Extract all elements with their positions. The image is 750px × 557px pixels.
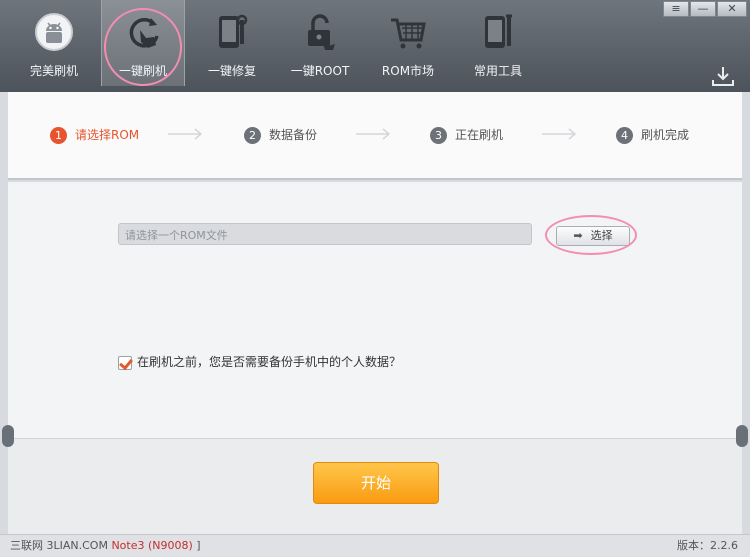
device-info: 三联网 3LIAN.COM Note3 (N9008) ] — [10, 535, 201, 556]
phone-wrench-icon — [219, 14, 248, 48]
step-select-rom: 1 请选择ROM — [50, 126, 139, 146]
refresh-hand-icon — [129, 18, 159, 48]
choose-rom-button[interactable]: ➡ 选择 — [556, 226, 630, 246]
tool-one-click-repair[interactable]: 一键修复 — [190, 0, 274, 86]
progress-steps: 1 请选择ROM 2 数据备份 3 正在刷机 4 刷机完成 — [8, 92, 742, 180]
step-label: 请选择ROM — [75, 128, 140, 142]
menu-button[interactable]: ≡ — [663, 1, 689, 17]
tool-common-tools[interactable]: 常用工具 — [456, 0, 540, 86]
tool-label: ROM市场 — [381, 64, 435, 78]
step-number: 1 — [50, 127, 67, 144]
tool-label: 完美刷机 — [29, 64, 78, 78]
minimize-button[interactable]: — — [690, 1, 716, 17]
unlock-icon — [308, 14, 335, 50]
android-icon — [35, 13, 73, 51]
top-toolbar: 完美刷机 一键刷机 一键修复 一键ROOT ROM市场 常用工具 ≡ — ✕ — [0, 0, 750, 92]
tool-label: 一键ROOT — [290, 64, 350, 78]
tool-one-click-flash[interactable]: 一键刷机 — [101, 0, 185, 86]
backup-option[interactable]: 在刷机之前，您是否需要备份手机中的个人数据？ — [118, 354, 401, 370]
backup-label: 在刷机之前，您是否需要备份手机中的个人数据？ — [137, 355, 402, 369]
step-label: 数据备份 — [269, 128, 318, 142]
tool-label: 常用工具 — [473, 64, 522, 78]
close-button[interactable]: ✕ — [717, 1, 747, 17]
version-label: 版本：2.2.6 — [677, 539, 738, 552]
arrow-right-icon — [542, 128, 577, 140]
download-icon[interactable] — [710, 65, 736, 87]
step-flash-complete: 4 刷机完成 — [616, 126, 689, 146]
status-bar: 三联网 3LIAN.COM Note3 (N9008) ] 版本：2.2.6 — [0, 534, 750, 557]
step-data-backup: 2 数据备份 — [244, 126, 317, 146]
step-number: 2 — [244, 127, 261, 144]
rom-select-panel: 请选择一个ROM文件 ➡ 选择 在刷机之前，您是否需要备份手机中的个人数据？ — [8, 182, 742, 438]
right-collapse-handle[interactable] — [736, 425, 748, 447]
device-suffix: ] — [192, 539, 201, 552]
app-window: 完美刷机 一键刷机 一键修复 一键ROOT ROM市场 常用工具 ≡ — ✕ 1… — [0, 0, 750, 557]
tool-one-click-root[interactable]: 一键ROOT — [278, 0, 362, 86]
left-collapse-handle[interactable] — [2, 425, 14, 447]
step-number: 4 — [616, 127, 633, 144]
step-label: 正在刷机 — [455, 128, 504, 142]
backup-checkbox[interactable] — [118, 355, 132, 370]
rom-file-input[interactable]: 请选择一个ROM文件 — [118, 223, 532, 245]
step-number: 3 — [430, 127, 447, 144]
tool-rom-market[interactable]: ROM市场 — [366, 0, 450, 86]
arrow-right-icon — [356, 128, 391, 140]
step-label: 刷机完成 — [641, 128, 690, 142]
device-model: Note3 (N9008) — [111, 539, 193, 552]
start-button[interactable]: 开始 — [313, 462, 439, 504]
action-area: 开始 — [8, 438, 742, 534]
tools-icon — [485, 14, 512, 48]
device-prefix: 三联网 3LIAN.COM — [10, 539, 108, 552]
tool-label: 一键刷机 — [118, 64, 167, 78]
step-flashing: 3 正在刷机 — [430, 126, 503, 146]
tool-perfect-flash[interactable]: 完美刷机 — [12, 0, 96, 86]
cart-icon — [391, 18, 426, 49]
arrow-icon: ➡ — [573, 229, 583, 242]
choose-label: 选择 — [590, 229, 613, 242]
arrow-right-icon — [168, 128, 203, 140]
tool-label: 一键修复 — [207, 64, 256, 78]
